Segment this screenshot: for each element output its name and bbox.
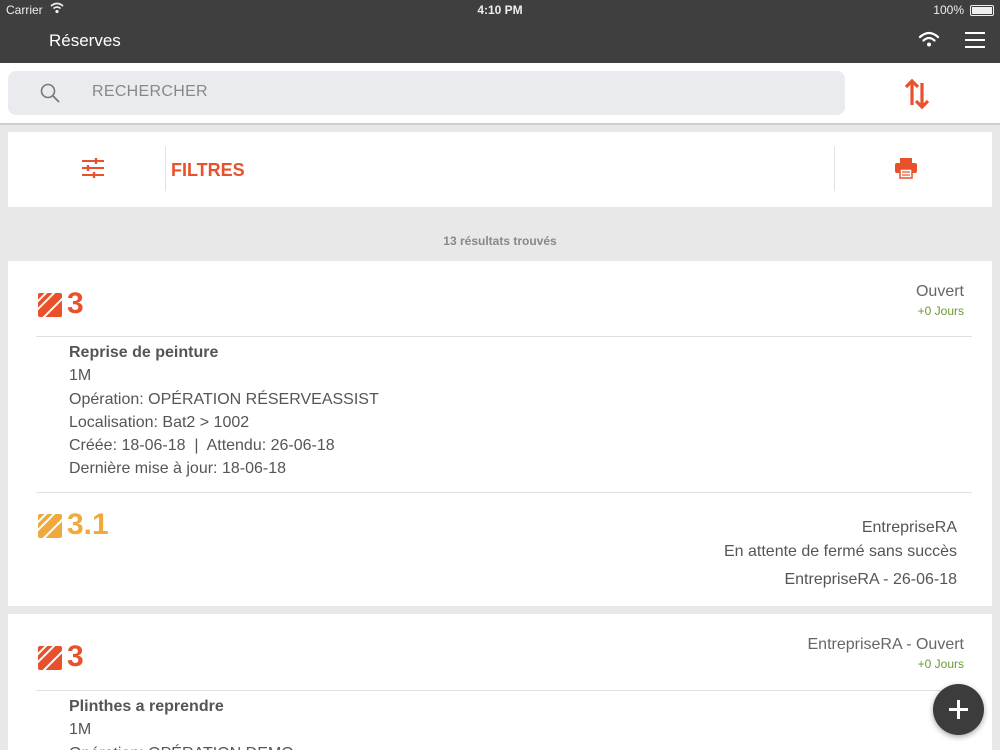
sort-icon[interactable] [890,73,944,115]
detail-line: Localisation: Bat2 > 1002 [69,413,250,431]
filter-sliders-icon[interactable] [80,156,106,180]
clock: 4:10 PM [477,3,523,17]
battery-percent: 100% [933,3,964,17]
results-count: 13 résultats trouvés [443,234,557,248]
reserve-number: 3 [67,287,84,320]
days-label: +0 Jours [917,657,964,671]
search-icon [40,83,60,103]
detail-line: 1M [69,367,92,385]
status-text: EntrepriseRA - Ouvert [807,636,965,653]
hamburger-menu-icon[interactable] [965,32,985,50]
sub-footer: EntrepriseRA - 26-06-18 [784,571,957,588]
days-label: +0 Jours [917,304,964,318]
sub-reserve-number: 3.1 [67,508,109,541]
company-name: EntrepriseRA [861,519,957,536]
divider [834,146,835,191]
reserve-title: Reprise de peinture [69,344,219,361]
reserve-title: Plinthes a reprendre [69,698,224,715]
divider [165,146,166,191]
reserve-number: 3 [67,640,84,673]
detail-line: 1M [69,721,92,739]
reserve-status: EntrepriseRA - Ouvert +0 Jours [808,636,965,671]
print-icon[interactable] [894,157,918,179]
reserve-status: Ouvert +0 Jours [916,283,964,318]
detail-line: Opération: OPÉRATION DEMO [69,742,294,750]
reserve-details: Reprise de peinture 1M Opération: OPÉRAT… [69,341,379,481]
status-text: Ouvert [915,283,964,300]
detail-line: Créée: 18-06-18 | Attendu: 26-06-18 [69,437,335,455]
page-title: Réserves [49,31,121,50]
search-bar: RECHERCHER [0,63,1000,125]
reserve-card[interactable]: 3 EntrepriseRA - Ouvert +0 Jours Plinthe… [8,614,992,750]
divider [36,492,972,493]
striped-square-icon [38,293,62,317]
detail-line: Opération: OPÉRATION RÉSERVEASSIST [69,390,379,408]
sub-reserve-info: EntrepriseRA En attente de fermé sans su… [724,516,957,592]
wifi-icon[interactable] [918,30,940,48]
search-input[interactable]: RECHERCHER [8,71,845,115]
add-button[interactable] [933,684,984,735]
striped-square-icon [38,514,62,538]
nav-bar: Réserves [0,20,1000,63]
divider [36,690,972,691]
battery-icon [970,5,994,16]
filters-button[interactable]: FILTRES [171,160,245,181]
reserve-details: Plinthes a reprendre 1M Opération: OPÉRA… [69,695,294,750]
striped-square-icon [38,646,62,670]
filter-bar: FILTRES [8,132,992,207]
detail-line: Dernière mise à jour: 18-06-18 [69,460,286,478]
plus-icon [957,700,960,719]
sub-status: En attente de fermé sans succès [723,542,957,560]
search-placeholder: RECHERCHER [92,83,208,100]
reserve-card[interactable]: 3 Ouvert +0 Jours Reprise de peinture 1M… [8,261,992,606]
status-bar: Carrier 4:10 PM 100% [0,0,1000,20]
divider [36,336,972,337]
